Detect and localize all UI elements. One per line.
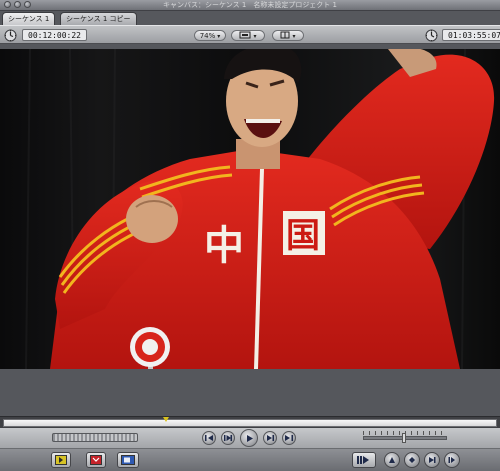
next-edit-button[interactable]: [282, 431, 296, 445]
play-around-icon: [267, 435, 274, 441]
zoom-popup[interactable]: 74% ▾: [194, 30, 226, 41]
insert-edit-icon: [55, 455, 67, 465]
jog-control[interactable]: [363, 433, 447, 443]
bottom-button-bar: [0, 449, 500, 471]
insert-edit-button[interactable]: [51, 452, 71, 468]
display-popup[interactable]: ▾: [272, 30, 304, 41]
keyframe-icon: [448, 457, 455, 463]
window-title-bar: キャンバス：シーケンス 1 名称未設定プロジェクト 1: [0, 0, 500, 11]
match-frame-icon: [357, 456, 369, 464]
add-marker-icon: [429, 457, 436, 463]
jog-knob[interactable]: [402, 433, 406, 443]
previous-edit-button[interactable]: [202, 431, 216, 445]
previous-edit-icon: [205, 435, 213, 441]
video-image: 中 国: [0, 49, 500, 369]
play-icon: [246, 434, 253, 442]
play-button[interactable]: [240, 429, 258, 447]
jacket-character-right: 国: [286, 216, 320, 256]
add-marker-button[interactable]: [424, 452, 440, 468]
play-in-to-out-button[interactable]: [221, 431, 235, 445]
overlay-icon: [280, 31, 290, 39]
playhead-icon[interactable]: [163, 417, 170, 422]
view-mode-icon: [239, 31, 251, 39]
mark-out-button[interactable]: [404, 452, 420, 468]
current-time-clock-icon: [425, 29, 438, 42]
replace-edit-button[interactable]: [117, 452, 139, 468]
next-edit-icon: [285, 435, 293, 441]
transport-controls: [0, 428, 500, 449]
replace-edit-icon: [121, 455, 135, 465]
chevron-down-icon: ▾: [253, 33, 257, 40]
shuttle-control[interactable]: [52, 433, 138, 442]
overwrite-edit-button[interactable]: [86, 452, 106, 468]
overwrite-edit-icon: [90, 455, 102, 465]
current-timecode-field[interactable]: 01:03:55:07: [442, 29, 500, 41]
sequence-tabs: シーケンス 1 シーケンス 1 コピー: [0, 11, 500, 25]
video-frame[interactable]: 中 国: [0, 49, 500, 369]
window-title: キャンバス：シーケンス 1 名称未設定プロジェクト 1: [162, 1, 337, 9]
scrubber-track[interactable]: [3, 417, 497, 427]
canvas-toolbar: 00:12:00:22 74% ▾ ▾ ▾ 01:03:55:07: [0, 25, 500, 44]
play-in-out-icon: [224, 435, 232, 441]
chevron-down-icon: ▾: [217, 33, 221, 40]
mark-in-icon: [389, 457, 395, 463]
view-popup[interactable]: ▾: [231, 30, 265, 41]
play-around-button[interactable]: [263, 431, 277, 445]
tab-sequence-1[interactable]: シーケンス 1: [2, 12, 56, 25]
duration-clock-icon: [4, 29, 17, 42]
chevron-down-icon: ▾: [292, 33, 296, 40]
scrubber-bar: [0, 416, 500, 428]
mark-in-button[interactable]: [384, 452, 400, 468]
jacket-character-left: 中: [204, 223, 244, 269]
keyframe-button[interactable]: [444, 452, 460, 468]
mark-clip-icon: [409, 457, 415, 463]
zoom-value: 74%: [199, 32, 216, 40]
tab-sequence-1-copy[interactable]: シーケンス 1 コピー: [60, 12, 137, 25]
match-frame-button[interactable]: [352, 452, 376, 468]
duration-timecode-field[interactable]: 00:12:00:22: [22, 29, 87, 41]
